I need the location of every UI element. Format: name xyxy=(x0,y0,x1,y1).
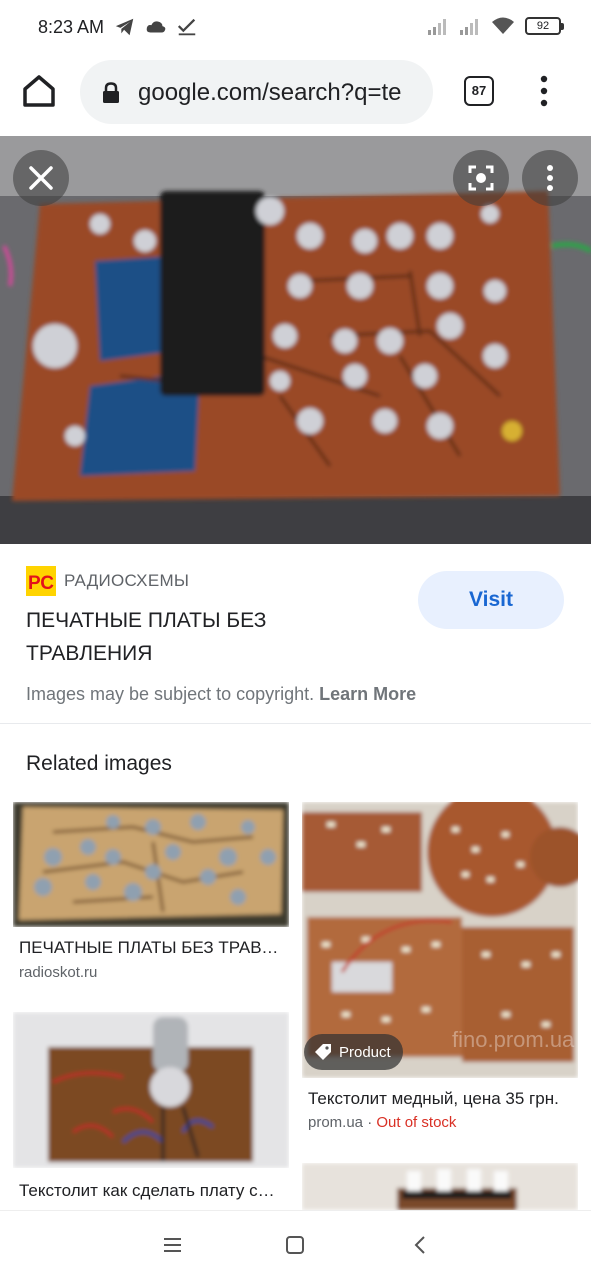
system-nav-bar xyxy=(0,1210,591,1280)
learn-more-link[interactable]: Learn More xyxy=(319,684,416,704)
close-viewer-button[interactable] xyxy=(13,150,69,206)
related-image-4[interactable] xyxy=(302,1163,578,1210)
copyright-text: Images may be subject to copyright. xyxy=(26,684,315,704)
menu-icon[interactable] xyxy=(163,1236,183,1254)
related-image-3[interactable] xyxy=(13,1012,289,1168)
related-image-2-domain: prom.ua xyxy=(308,1114,364,1131)
home-icon[interactable] xyxy=(20,72,58,110)
related-image-2-title[interactable]: Текстолит медный, цена 35 грн. xyxy=(308,1089,572,1109)
svg-text:РС: РС xyxy=(28,573,54,594)
lens-icon xyxy=(468,165,494,191)
telegram-icon xyxy=(115,18,134,36)
visit-button[interactable]: Visit xyxy=(418,571,564,629)
check-icon xyxy=(177,18,196,36)
related-images-heading: Related images xyxy=(26,752,172,775)
separator-dot: · xyxy=(367,1114,377,1131)
lock-icon xyxy=(103,82,119,103)
image-preview[interactable] xyxy=(0,136,591,544)
tag-icon xyxy=(315,1044,331,1060)
url-text: google.com/search?q=te xyxy=(138,79,402,106)
back-icon[interactable] xyxy=(410,1235,430,1255)
url-bar[interactable]: google.com/search?q=te xyxy=(80,60,433,124)
home-square-icon[interactable] xyxy=(285,1235,305,1255)
image-watermark: fino.prom.ua xyxy=(452,1027,575,1052)
product-badge-label: Product xyxy=(339,1043,391,1061)
more-vert-icon xyxy=(547,165,553,191)
related-image-1[interactable] xyxy=(13,802,289,927)
tab-switcher-button[interactable]: 87 xyxy=(464,76,494,106)
signal-icon xyxy=(428,19,446,35)
overflow-menu-icon[interactable] xyxy=(534,74,554,108)
product-badge: Product xyxy=(304,1034,403,1070)
close-icon xyxy=(29,166,53,190)
status-bar: 8:23 AM 92 xyxy=(0,0,591,56)
source-name[interactable]: РАДИОСХЕМЫ xyxy=(64,571,189,591)
wifi-icon xyxy=(492,17,514,34)
result-info: РС РАДИОСХЕМЫ ПЕЧАТНЫЕ ПЛАТЫ БЕЗ ТРАВЛЕН… xyxy=(0,544,591,724)
cloud-icon xyxy=(146,21,166,33)
copyright-notice: Images may be subject to copyright. Lear… xyxy=(26,684,416,705)
stock-status: Out of stock xyxy=(376,1114,457,1131)
related-image-3-title[interactable]: Текстолит как сделать плату своими рукам… xyxy=(19,1181,283,1203)
system-icons: 92 xyxy=(427,16,564,36)
result-title[interactable]: ПЕЧАТНЫЕ ПЛАТЫ БЕЗ ТРАВЛЕНИЯ xyxy=(26,604,396,670)
signal-icon xyxy=(460,19,478,35)
related-image-1-domain: radioskot.ru xyxy=(19,964,98,981)
status-time: 8:23 AM xyxy=(38,17,105,37)
image-more-button[interactable] xyxy=(522,150,578,206)
related-image-2-meta: prom.ua · Out of stock xyxy=(308,1114,456,1131)
browser-toolbar: google.com/search?q=te 87 xyxy=(0,56,591,126)
lens-button[interactable] xyxy=(453,150,509,206)
related-image-1-title[interactable]: ПЕЧАТНЫЕ ПЛАТЫ БЕЗ ТРАВЛЕНИЯ xyxy=(19,938,283,958)
battery-icon: 92 xyxy=(525,17,564,35)
source-logo: РС xyxy=(26,566,56,596)
notification-icons xyxy=(114,16,198,38)
